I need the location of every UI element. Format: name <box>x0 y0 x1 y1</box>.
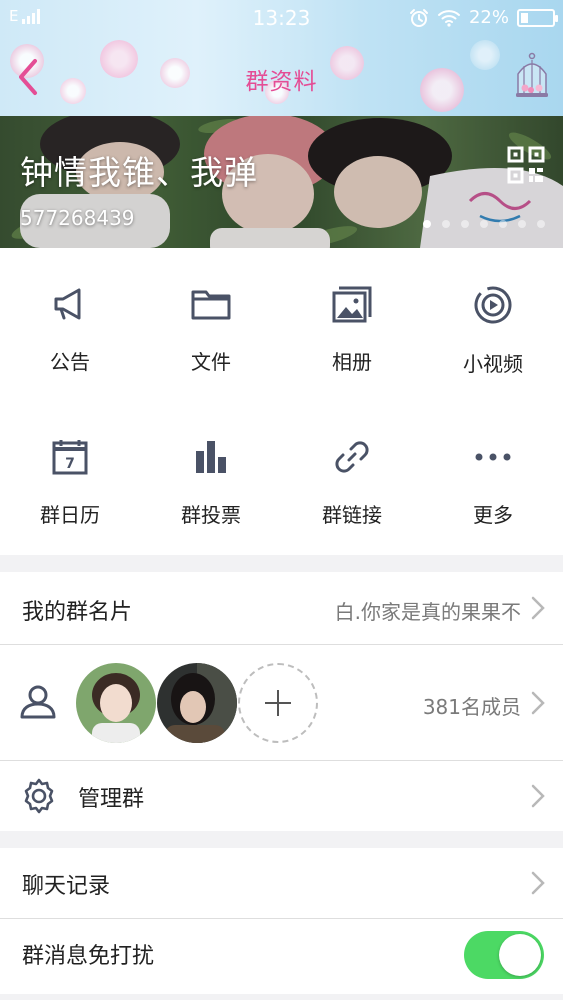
page-dot <box>537 220 545 228</box>
toggle-knob <box>499 934 541 976</box>
grid-label: 相册 <box>332 350 372 374</box>
page-title: 群资料 <box>245 69 318 95</box>
poll-icon <box>196 441 226 473</box>
qr-code-icon <box>507 146 545 184</box>
grid-label: 群日历 <box>40 503 100 527</box>
members-icon <box>20 685 56 719</box>
video-icon <box>474 286 512 324</box>
svg-text:7: 7 <box>65 456 75 472</box>
battery-icon <box>517 8 558 27</box>
album-button[interactable]: 相册 <box>282 248 422 388</box>
group-vote-button[interactable]: 群投票 <box>141 401 281 541</box>
wifi-icon <box>437 9 460 27</box>
row-title: 管理群 <box>78 787 145 812</box>
page-dot <box>461 220 469 228</box>
chevron-right-icon <box>531 691 545 715</box>
battery-fill <box>521 12 528 23</box>
decor-button[interactable] <box>513 52 551 102</box>
header-area: E 13:23 22% 群资料 <box>0 0 563 116</box>
my-group-card-row[interactable]: 我的群名片 白.你家是真的果果不 <box>0 572 563 644</box>
row-title: 群消息免打扰 <box>22 944 155 969</box>
feature-grid: 公告 文件 相册 小视频 7 群日历 群投票 群链接 更多 <box>0 248 563 555</box>
gear-icon <box>24 778 54 814</box>
page-dot <box>423 220 431 228</box>
chat-history-row[interactable]: 聊天记录 <box>0 848 563 918</box>
member-avatar[interactable] <box>157 663 237 743</box>
battery-percent: 22% <box>468 7 509 28</box>
short-video-button[interactable]: 小视频 <box>423 248 563 388</box>
more-icon <box>475 453 511 461</box>
group-banner[interactable]: 钟情我锥、我弹 577268439 <box>0 116 563 248</box>
add-member-button[interactable] <box>238 663 318 743</box>
group-card-value: 白.你家是真的果果不 <box>334 600 521 624</box>
page-dot <box>518 220 526 228</box>
status-bar: E 13:23 22% <box>0 0 563 38</box>
grid-label: 群链接 <box>322 503 382 527</box>
qr-code-button[interactable] <box>507 146 545 184</box>
do-not-disturb-row: 群消息免打扰 <box>0 919 563 994</box>
group-calendar-button[interactable]: 7 群日历 <box>0 401 140 541</box>
folder-icon <box>191 290 231 320</box>
plus-icon <box>265 690 291 716</box>
grid-label: 小视频 <box>463 352 523 376</box>
chevron-right-icon <box>531 871 545 895</box>
megaphone-icon <box>54 288 81 320</box>
alarm-icon <box>409 8 428 27</box>
group-id: 577268439 <box>20 206 135 230</box>
group-link-button[interactable]: 群链接 <box>282 401 422 541</box>
grid-label: 文件 <box>191 350 231 374</box>
files-button[interactable]: 文件 <box>141 248 281 388</box>
row-title: 聊天记录 <box>22 874 111 899</box>
chevron-right-icon <box>531 596 545 620</box>
group-name: 钟情我锥、我弹 <box>20 153 258 192</box>
grid-label: 更多 <box>473 503 513 527</box>
members-row[interactable]: 381名成员 <box>0 645 563 760</box>
row-title: 我的群名片 <box>22 600 133 625</box>
member-avatar[interactable] <box>76 663 156 743</box>
grid-label: 公告 <box>50 350 90 374</box>
chevron-right-icon <box>531 784 545 808</box>
announcement-button[interactable]: 公告 <box>0 248 140 388</box>
member-count: 381名成员 <box>422 695 521 719</box>
navigation-bar: 群资料 <box>0 38 563 116</box>
birdcage-icon <box>516 52 548 97</box>
album-icon <box>332 286 372 323</box>
page-dot <box>499 220 507 228</box>
calendar-icon: 7 <box>52 440 88 475</box>
banner-page-indicator <box>423 220 545 228</box>
link-icon <box>335 441 369 473</box>
page-dot <box>480 220 488 228</box>
avatar-photo <box>157 663 237 743</box>
avatar-photo <box>76 663 156 743</box>
page-dot <box>442 220 450 228</box>
more-button[interactable]: 更多 <box>423 401 563 541</box>
do-not-disturb-toggle[interactable] <box>464 931 544 979</box>
manage-group-row[interactable]: 管理群 <box>0 761 563 831</box>
grid-label: 群投票 <box>181 503 241 527</box>
